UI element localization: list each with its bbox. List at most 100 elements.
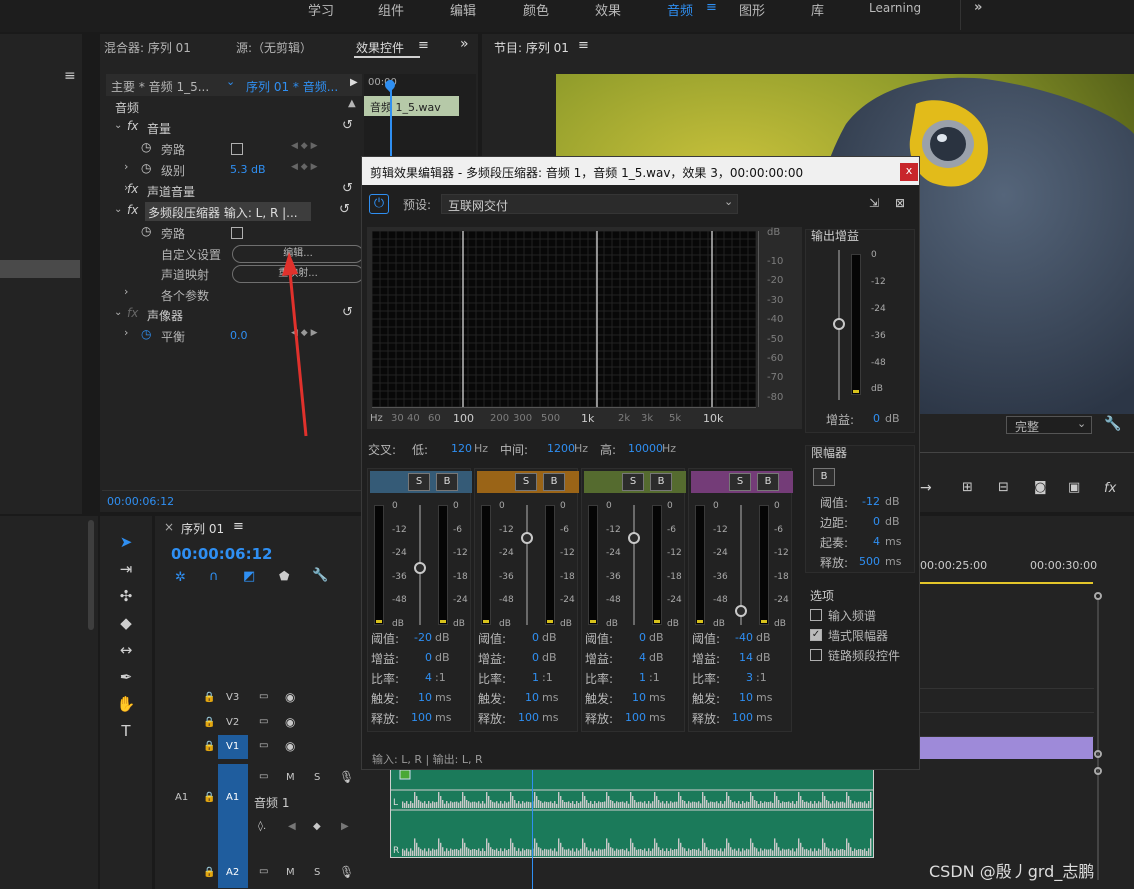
track-label[interactable]: V3 — [226, 692, 239, 703]
limiter-bypass-button[interactable]: B — [813, 468, 835, 486]
chevron-down-icon[interactable]: ⌄ — [114, 307, 122, 318]
stopwatch-icon[interactable]: ◷ — [141, 161, 151, 175]
band-solo-button[interactable]: S — [515, 473, 537, 491]
stopwatch-icon[interactable]: ◷ — [141, 327, 151, 341]
close-button[interactable]: x — [900, 163, 918, 181]
stopwatch-icon[interactable]: ◷ — [141, 140, 151, 154]
master-clip-label[interactable]: 主要 * 音频 1_5... — [111, 78, 209, 95]
fx-icon[interactable]: fx — [127, 306, 138, 320]
lift-icon[interactable]: ⊞ — [962, 480, 973, 495]
reset-icon[interactable]: ↺ — [342, 118, 353, 133]
tab-audio-mixer[interactable]: 混合器: 序列 01 — [104, 39, 191, 56]
eye-icon[interactable]: ◉ — [285, 739, 295, 753]
lock-icon[interactable]: 🔒 — [203, 867, 215, 878]
marker-icon[interactable]: ⬟ — [279, 569, 289, 583]
band-solo-button[interactable]: S — [408, 473, 430, 491]
microphone-icon[interactable]: 🎙 — [339, 770, 354, 784]
band-ratio-value[interactable]: 4 — [408, 671, 432, 684]
workspace-assembly[interactable]: 组件 — [378, 0, 404, 19]
sync-icon[interactable]: ▭ — [259, 691, 268, 702]
band-attack-value[interactable]: 10 — [515, 691, 539, 704]
chevron-down-icon[interactable]: ⌄ — [114, 204, 122, 215]
crossover-low-value[interactable]: 120 — [451, 442, 472, 455]
add-keyframe-icon[interactable]: ◆ — [313, 821, 321, 832]
solo-button[interactable]: S — [314, 867, 320, 878]
slip-tool-icon[interactable]: ↔ — [115, 641, 137, 663]
razor-tool-icon[interactable]: ◆ — [115, 614, 137, 636]
video-clip[interactable] — [918, 737, 1093, 759]
keyframe-nav-icon[interactable]: ◀ — [288, 821, 296, 832]
master-dropdown-icon[interactable]: ⌄ — [226, 75, 235, 88]
timeline-tab[interactable]: 序列 01 — [181, 520, 224, 537]
delete-preset-icon[interactable]: ⊠ — [895, 196, 905, 210]
audio-clip[interactable]: L R — [390, 768, 874, 858]
sync-icon[interactable]: ▭ — [259, 740, 268, 751]
workspace-learning[interactable]: Learning — [869, 1, 921, 15]
solo-button[interactable]: S — [314, 772, 320, 783]
ripple-edit-tool-icon[interactable]: ✣ — [115, 587, 137, 609]
dialog-titlebar[interactable]: 剪辑效果编辑器 - 多频段压缩器: 音频 1，音频 1_5.wav，效果 3，0… — [362, 157, 919, 185]
band-release-value[interactable]: 100 — [622, 711, 646, 724]
band-solo-button[interactable]: S — [729, 473, 751, 491]
ec-clip[interactable]: 音频 1_5.wav — [364, 96, 459, 116]
workspace-learn[interactable]: 学习 — [308, 0, 334, 19]
panel-menu-icon[interactable]: ≡ — [578, 38, 589, 53]
spectrum-checkbox[interactable] — [810, 609, 822, 621]
track-label[interactable]: A2 — [226, 867, 239, 878]
chevron-right-icon[interactable]: › — [124, 326, 128, 339]
workspace-libraries[interactable]: 库 — [811, 0, 824, 19]
insert-icon[interactable]: → — [920, 480, 932, 496]
workspace-audio[interactable]: 音频 — [667, 0, 693, 19]
collapse-icon[interactable]: ▲ — [348, 98, 356, 109]
output-gain-knob[interactable] — [833, 318, 845, 330]
snap-icon[interactable]: ∩ — [209, 569, 219, 584]
workspace-menu-icon[interactable]: ≡ — [706, 0, 717, 15]
band-gain-value[interactable]: 4 — [622, 651, 646, 664]
brickwall-checkbox[interactable]: ✓ — [810, 629, 822, 641]
hand-tool-icon[interactable]: ✋ — [115, 695, 137, 717]
bypass-checkbox[interactable] — [231, 143, 243, 155]
band-attack-value[interactable]: 10 — [622, 691, 646, 704]
program-scrubber[interactable] — [920, 452, 1134, 460]
keyframe-nav-icon[interactable]: ◀ ◆ ▶ — [291, 141, 318, 151]
lock-icon[interactable]: 🔒 — [203, 692, 215, 703]
save-preset-icon[interactable]: ⇲ — [869, 196, 879, 210]
fx-icon[interactable]: fx — [127, 119, 138, 133]
extract-icon[interactable]: ⊟ — [998, 480, 1009, 495]
band-threshold-value[interactable]: 0 — [515, 631, 539, 644]
wrench-icon[interactable]: 🔧 — [1104, 416, 1121, 432]
crossover-mid-value[interactable]: 1200 — [547, 442, 575, 455]
vertical-scrollbar[interactable] — [1097, 600, 1099, 880]
band-threshold-value[interactable]: -40 — [729, 631, 753, 644]
band-bypass-button[interactable]: B — [436, 473, 458, 491]
selected-bin-row[interactable] — [0, 260, 80, 278]
lock-icon[interactable]: 🔒 — [203, 741, 215, 752]
chevron-right-icon[interactable]: › — [124, 285, 128, 298]
band-threshold-track[interactable] — [633, 505, 635, 625]
quality-dropdown[interactable]: 完整 ⌄ — [1006, 416, 1092, 434]
reset-icon[interactable]: ↺ — [342, 305, 353, 320]
band-release-value[interactable]: 100 — [515, 711, 539, 724]
timeline-timecode[interactable]: 00:00:06:12 — [171, 545, 273, 563]
panel-menu-icon[interactable]: ≡ — [418, 38, 429, 53]
expand-panels-icon[interactable]: » — [460, 36, 469, 52]
band-release-value[interactable]: 100 — [408, 711, 432, 724]
workspace-effects[interactable]: 效果 — [595, 0, 621, 19]
link-checkbox[interactable] — [810, 649, 822, 661]
ec-timecode[interactable]: 00:00:06:12 — [107, 495, 174, 508]
scroll-handle[interactable] — [1094, 750, 1102, 758]
type-tool-icon[interactable]: T — [115, 722, 137, 744]
band-threshold-track[interactable] — [526, 505, 528, 625]
track-label[interactable]: V1 — [226, 741, 239, 752]
work-area-bar[interactable] — [920, 582, 1093, 584]
wrench-icon[interactable]: 🔧 — [312, 568, 328, 583]
band-gain-value[interactable]: 14 — [729, 651, 753, 664]
band-ratio-value[interactable]: 1 — [622, 671, 646, 684]
band-threshold-value[interactable]: -20 — [408, 631, 432, 644]
limiter-margin-value[interactable]: 0 — [854, 515, 880, 528]
band-bypass-button[interactable]: B — [543, 473, 565, 491]
play-icon[interactable]: ▶ — [350, 77, 358, 88]
tab-source[interactable]: 源:（无剪辑） — [236, 39, 312, 56]
program-tab[interactable]: 节目: 序列 01 — [494, 39, 569, 56]
fx-icon[interactable]: fx — [127, 182, 138, 196]
